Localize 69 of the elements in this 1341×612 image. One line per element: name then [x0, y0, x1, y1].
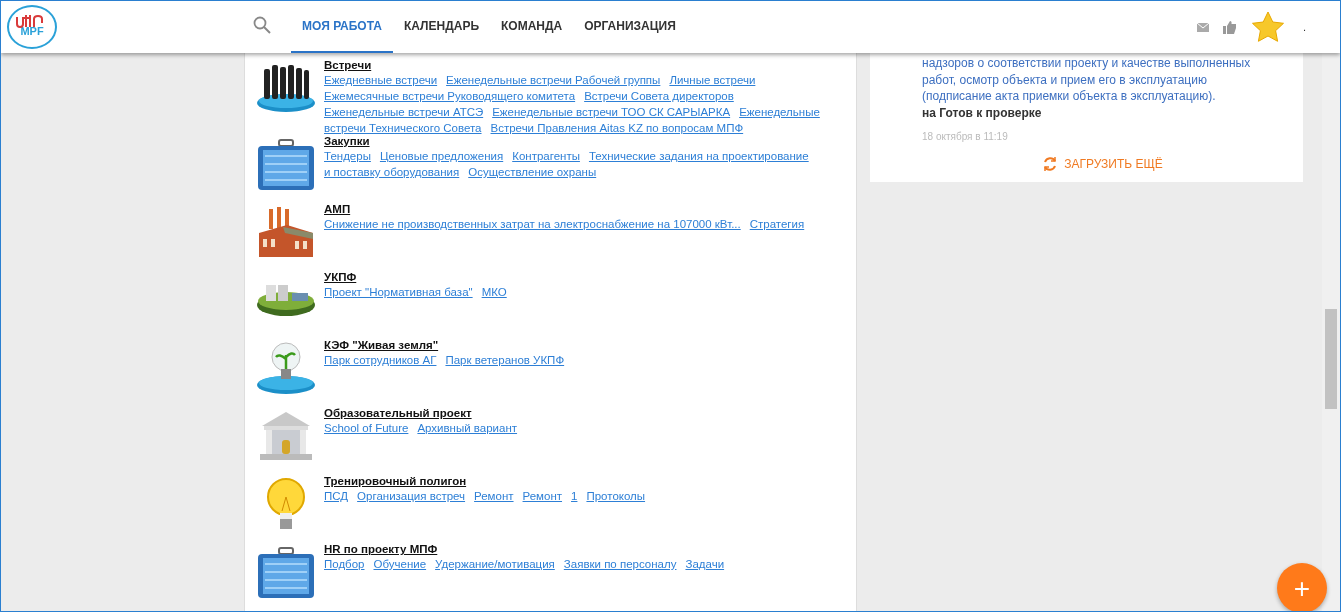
- project-link[interactable]: Еженедельные: [739, 104, 820, 120]
- project-link[interactable]: Парк сотрудников АГ: [324, 352, 437, 368]
- mail-icon[interactable]: [1196, 22, 1209, 32]
- factory-icon: [258, 206, 314, 258]
- feed-time: 18 октября в 11:19: [922, 131, 1009, 142]
- project-link[interactable]: Ежемесячные встречи Руководящего комитета: [324, 88, 576, 104]
- project-link[interactable]: Ремонт: [474, 488, 514, 504]
- nav-tab[interactable]: КОМАНДА: [490, 1, 574, 53]
- section-title[interactable]: Тренировочный полигон: [324, 475, 646, 487]
- project-link[interactable]: Подбор: [324, 556, 365, 572]
- project-link[interactable]: School of Future: [324, 420, 409, 436]
- project-link[interactable]: Тендеры: [324, 148, 371, 164]
- project-link[interactable]: Заявки по персоналу: [563, 556, 677, 572]
- project-link[interactable]: встречи Технического Совета: [324, 120, 482, 136]
- thumbs-up-icon[interactable]: [1222, 20, 1237, 34]
- project-link[interactable]: Ремонт: [522, 488, 563, 504]
- add-button[interactable]: +: [1277, 563, 1327, 611]
- briefcase-icon: [257, 545, 315, 599]
- project-link[interactable]: Еженедельные встречи ТОО СК САРЫАРКА: [492, 104, 731, 120]
- section-title[interactable]: КЭФ "Живая земля": [324, 339, 565, 351]
- section-title[interactable]: Образовательный проект: [324, 407, 518, 419]
- project-link[interactable]: ПСД: [324, 488, 349, 504]
- search-icon[interactable]: [253, 16, 271, 34]
- section-title[interactable]: АМП: [324, 203, 805, 215]
- project-link[interactable]: Личные встречи: [669, 72, 756, 88]
- project-link[interactable]: Ценовые предложения: [379, 148, 504, 164]
- section-title[interactable]: УКПФ: [324, 271, 507, 283]
- project-link[interactable]: Осуществление охраны: [468, 164, 597, 180]
- project-link[interactable]: Архивный вариант: [417, 420, 518, 436]
- project-link[interactable]: Контрагенты: [512, 148, 580, 164]
- project-link[interactable]: Задачи: [685, 556, 725, 572]
- power-plant-icon: [256, 283, 316, 317]
- task-link[interactable]: работ, осмотр объекта и прием его в эксплуатацию: [922, 71, 1283, 88]
- refresh-icon: [1042, 156, 1059, 172]
- project-link[interactable]: Встречи Совета директоров: [584, 88, 734, 104]
- scrollbar-thumb[interactable]: [1325, 309, 1337, 409]
- section-title[interactable]: HR по проекту МПФ: [324, 543, 725, 555]
- project-link[interactable]: Протоколы: [586, 488, 646, 504]
- logo[interactable]: MPF: [7, 5, 57, 49]
- task-link[interactable]: (подписание акта приемки объекта в эксплуатацию).: [922, 88, 1283, 105]
- section-title[interactable]: Закупки: [324, 135, 809, 147]
- project-link[interactable]: Обучение: [373, 556, 427, 572]
- project-link[interactable]: Проект "Нормативная база": [324, 284, 473, 300]
- nav-tab[interactable]: КАЛЕНДАРЬ: [392, 1, 491, 53]
- project-link[interactable]: Технические задания на проектирование: [588, 148, 809, 164]
- project-link[interactable]: Стратегия: [749, 216, 805, 232]
- load-more-button[interactable]: ЗАГРУЗИТЬ ЕЩЁ: [1040, 154, 1165, 174]
- project-link[interactable]: Ежедневные встречи: [324, 72, 438, 88]
- project-link[interactable]: МКО: [481, 284, 507, 300]
- task-status: на Готов к проверке: [922, 104, 1043, 121]
- star-icon[interactable]: [1250, 11, 1285, 43]
- project-link[interactable]: Снижение не производственных затрат на электроснабжение на 107000 кВт...: [324, 216, 741, 232]
- project-link[interactable]: Еженедельные встречи Рабочей группы: [446, 72, 661, 88]
- nav-tab[interactable]: ОРГАНИЗАЦИЯ: [573, 1, 687, 53]
- light-bulb-icon: [266, 478, 306, 530]
- task-link[interactable]: надзоров о соответствии проекту и качестве выполненных: [922, 55, 1283, 72]
- section-title[interactable]: Встречи: [324, 59, 820, 71]
- project-link[interactable]: Удержание/мотивация: [435, 556, 555, 572]
- project-link[interactable]: Парк ветеранов УКПФ: [445, 352, 565, 368]
- user-name[interactable]: .: [1302, 21, 1306, 33]
- project-link[interactable]: Еженедельные встречи АТСЭ: [324, 104, 484, 120]
- project-link[interactable]: Встречи Правления Aitas KZ по вопросам МПФ: [490, 120, 744, 136]
- briefcase-icon: [257, 137, 315, 191]
- people-icon: [256, 63, 316, 113]
- sprout-icon: [256, 342, 316, 394]
- project-link[interactable]: Организация встреч: [357, 488, 466, 504]
- project-link[interactable]: 1: [571, 488, 578, 504]
- project-link[interactable]: и поставку оборудования: [324, 164, 460, 180]
- building-icon: [259, 411, 313, 461]
